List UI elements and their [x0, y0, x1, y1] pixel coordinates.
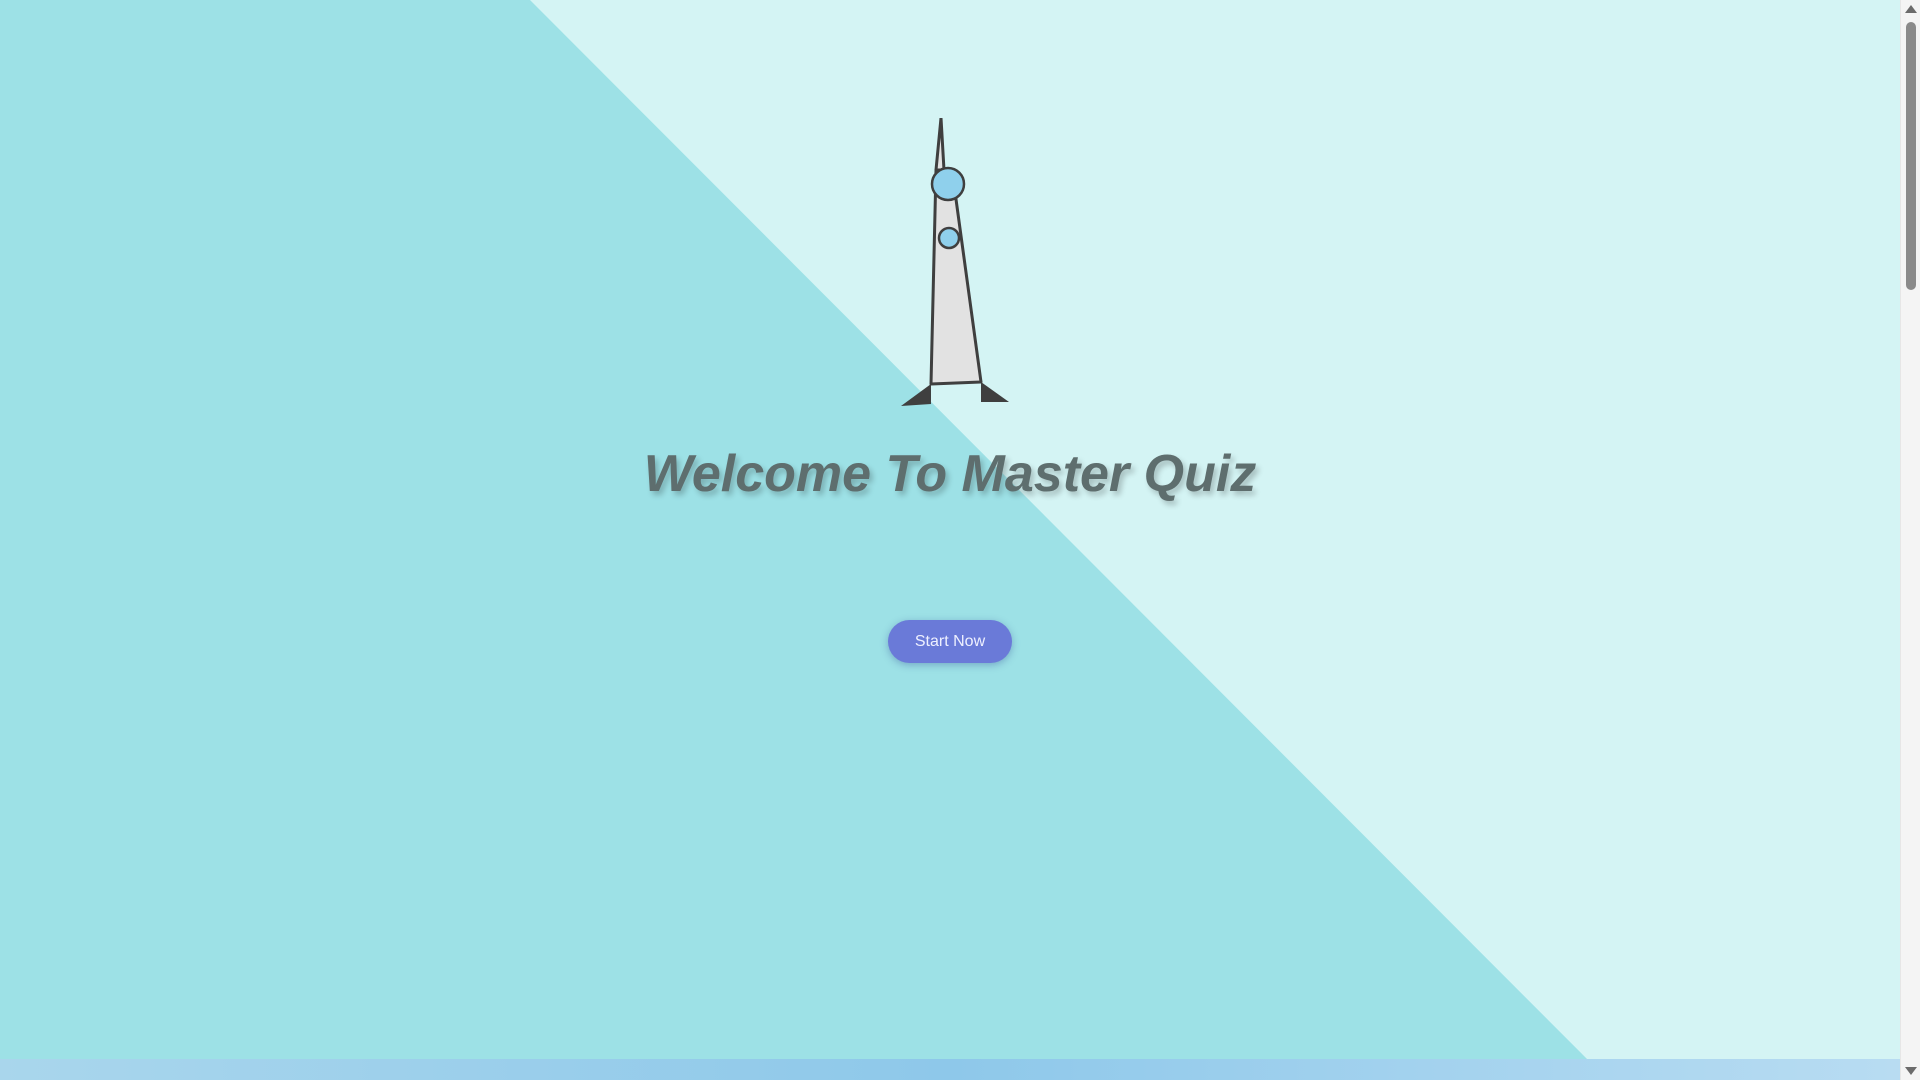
- vertical-scrollbar[interactable]: [1900, 0, 1920, 1080]
- scrollbar-thumb[interactable]: [1906, 22, 1916, 290]
- page-title: Welcome To Master Quiz: [643, 445, 1257, 503]
- page-viewport: Welcome To Master Quiz Start Now: [0, 0, 1900, 1080]
- scroll-down-arrow-icon[interactable]: [1905, 1067, 1917, 1075]
- tower-icon: [901, 118, 1009, 406]
- start-now-button[interactable]: Start Now: [888, 620, 1012, 663]
- bottom-gradient-strip: [0, 1059, 1900, 1080]
- scroll-up-arrow-icon[interactable]: [1905, 5, 1917, 13]
